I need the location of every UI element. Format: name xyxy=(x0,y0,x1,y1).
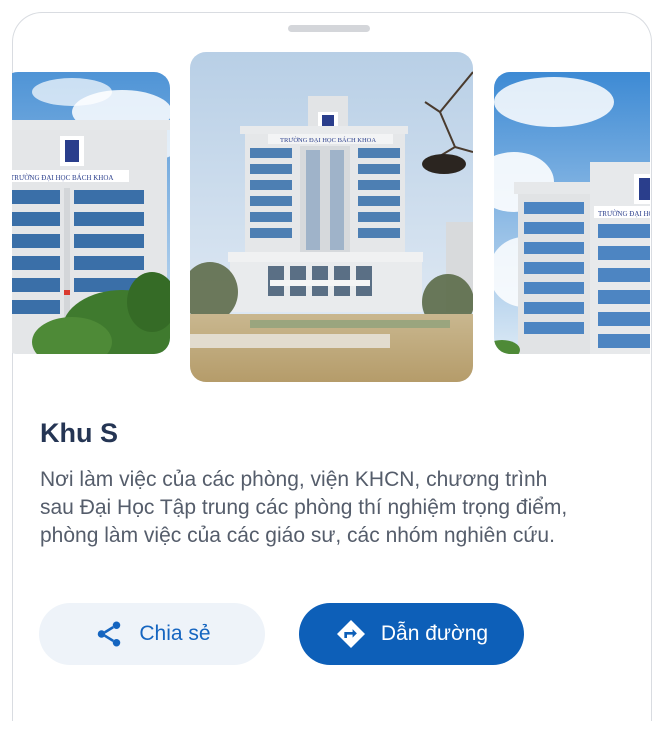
place-title: Khu S xyxy=(40,418,118,448)
share-icon xyxy=(93,618,125,650)
directions-label: Dẫn đường xyxy=(380,622,489,645)
directions-button[interactable]: Dẫn đường xyxy=(299,603,524,665)
drag-handle[interactable] xyxy=(288,25,370,32)
photo-carousel[interactable]: TRƯỜNG ĐẠI HỌC BÁCH KHOA TRƯỜNG ĐẠI HỌC … xyxy=(12,52,650,385)
directions-icon xyxy=(335,618,367,650)
building-photo-main[interactable]: TRƯỜNG ĐẠI HỌC BÁCH KHOA xyxy=(190,52,473,382)
building-photo-right[interactable]: TRƯỜNG ĐẠI HỌC xyxy=(494,72,650,354)
place-description: Nơi làm việc của các phòng, viện KHCN, c… xyxy=(40,468,568,547)
share-label: Chia sẻ xyxy=(139,622,211,645)
share-button[interactable]: Chia sẻ xyxy=(39,603,265,665)
building-photo-left[interactable]: TRƯỜNG ĐẠI HỌC BÁCH KHOA xyxy=(12,72,170,354)
right-building-sign: TRƯỜNG ĐẠI HỌC xyxy=(598,210,650,218)
main-building-sign: TRƯỜNG ĐẠI HỌC BÁCH KHOA xyxy=(280,136,376,144)
left-building-sign: TRƯỜNG ĐẠI HỌC BÁCH KHOA xyxy=(12,174,113,182)
